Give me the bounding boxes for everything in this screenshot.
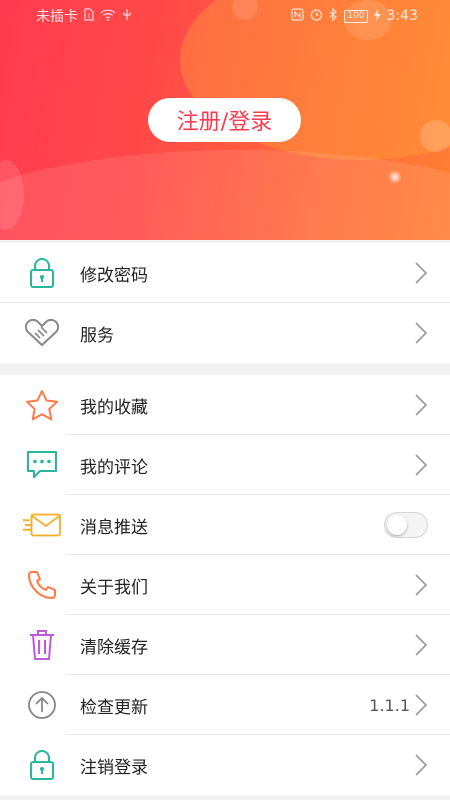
chevron-right-icon bbox=[415, 262, 428, 284]
battery-icon: 100 bbox=[344, 9, 368, 23]
clear-cache-row[interactable]: 清除缓存 bbox=[0, 615, 450, 675]
push-notification-row: 消息推送 bbox=[0, 495, 450, 555]
push-notification-toggle[interactable] bbox=[384, 512, 428, 538]
profile-header: 未插卡 1 100 3:43 注册/登录 bbox=[0, 0, 450, 240]
my-favorites-label: 我的收藏 bbox=[80, 397, 148, 418]
charging-icon bbox=[373, 8, 381, 24]
svg-text:1: 1 bbox=[87, 13, 91, 20]
star-icon bbox=[22, 387, 62, 423]
chevron-right-icon bbox=[415, 394, 428, 416]
lock-icon bbox=[22, 747, 62, 783]
about-us-label: 关于我们 bbox=[80, 577, 148, 598]
clear-cache-label: 清除缓存 bbox=[80, 637, 148, 658]
about-us-row[interactable]: 关于我们 bbox=[0, 555, 450, 615]
handshake-icon bbox=[22, 315, 62, 351]
sim-icon: 1 bbox=[84, 8, 94, 24]
usb-icon bbox=[122, 8, 132, 24]
chevron-right-icon bbox=[415, 574, 428, 596]
my-comments-row[interactable]: 我的评论 bbox=[0, 435, 450, 495]
alarm-icon bbox=[310, 8, 323, 24]
chevron-right-icon bbox=[415, 454, 428, 476]
carrier-text: 未插卡 bbox=[36, 9, 78, 25]
change-password-label: 修改密码 bbox=[80, 265, 148, 286]
version-number: 1.1.1 bbox=[369, 695, 410, 715]
header-decoration bbox=[0, 150, 450, 240]
change-password-row[interactable]: 修改密码 bbox=[0, 243, 450, 303]
bluetooth-icon bbox=[329, 7, 338, 24]
chevron-right-icon bbox=[415, 322, 428, 344]
my-favorites-row[interactable]: 我的收藏 bbox=[0, 375, 450, 435]
chevron-right-icon bbox=[415, 754, 428, 776]
chevron-right-icon bbox=[415, 634, 428, 656]
logout-row[interactable]: 注销登录 bbox=[0, 735, 450, 795]
clock-text: 3:43 bbox=[386, 8, 418, 24]
trash-icon bbox=[22, 627, 62, 663]
comment-icon bbox=[22, 447, 62, 483]
upload-icon bbox=[22, 687, 62, 723]
toggle-knob bbox=[387, 515, 407, 535]
header-decoration bbox=[420, 120, 450, 152]
status-bar: 未插卡 1 100 3:43 bbox=[0, 0, 450, 32]
logout-label: 注销登录 bbox=[80, 757, 148, 778]
check-update-label: 检查更新 bbox=[80, 697, 148, 718]
check-update-row[interactable]: 检查更新 1.1.1 bbox=[0, 675, 450, 735]
wifi-icon bbox=[100, 8, 116, 24]
service-label: 服务 bbox=[80, 325, 114, 346]
message-icon bbox=[22, 507, 62, 543]
settings-section: 我的收藏 我的评论 消息推送 关于我们 清除缓存 检查更新 1.1.1 注销登录 bbox=[0, 375, 450, 795]
register-login-button[interactable]: 注册/登录 bbox=[148, 98, 301, 142]
phone-icon bbox=[22, 567, 62, 603]
chevron-right-icon bbox=[415, 694, 428, 716]
header-decoration bbox=[388, 170, 402, 184]
service-row[interactable]: 服务 bbox=[0, 303, 450, 363]
push-notification-label: 消息推送 bbox=[80, 517, 148, 538]
nfc-icon bbox=[291, 8, 304, 24]
my-comments-label: 我的评论 bbox=[80, 457, 148, 478]
account-section: 修改密码 服务 bbox=[0, 243, 450, 363]
lock-icon bbox=[22, 255, 62, 291]
